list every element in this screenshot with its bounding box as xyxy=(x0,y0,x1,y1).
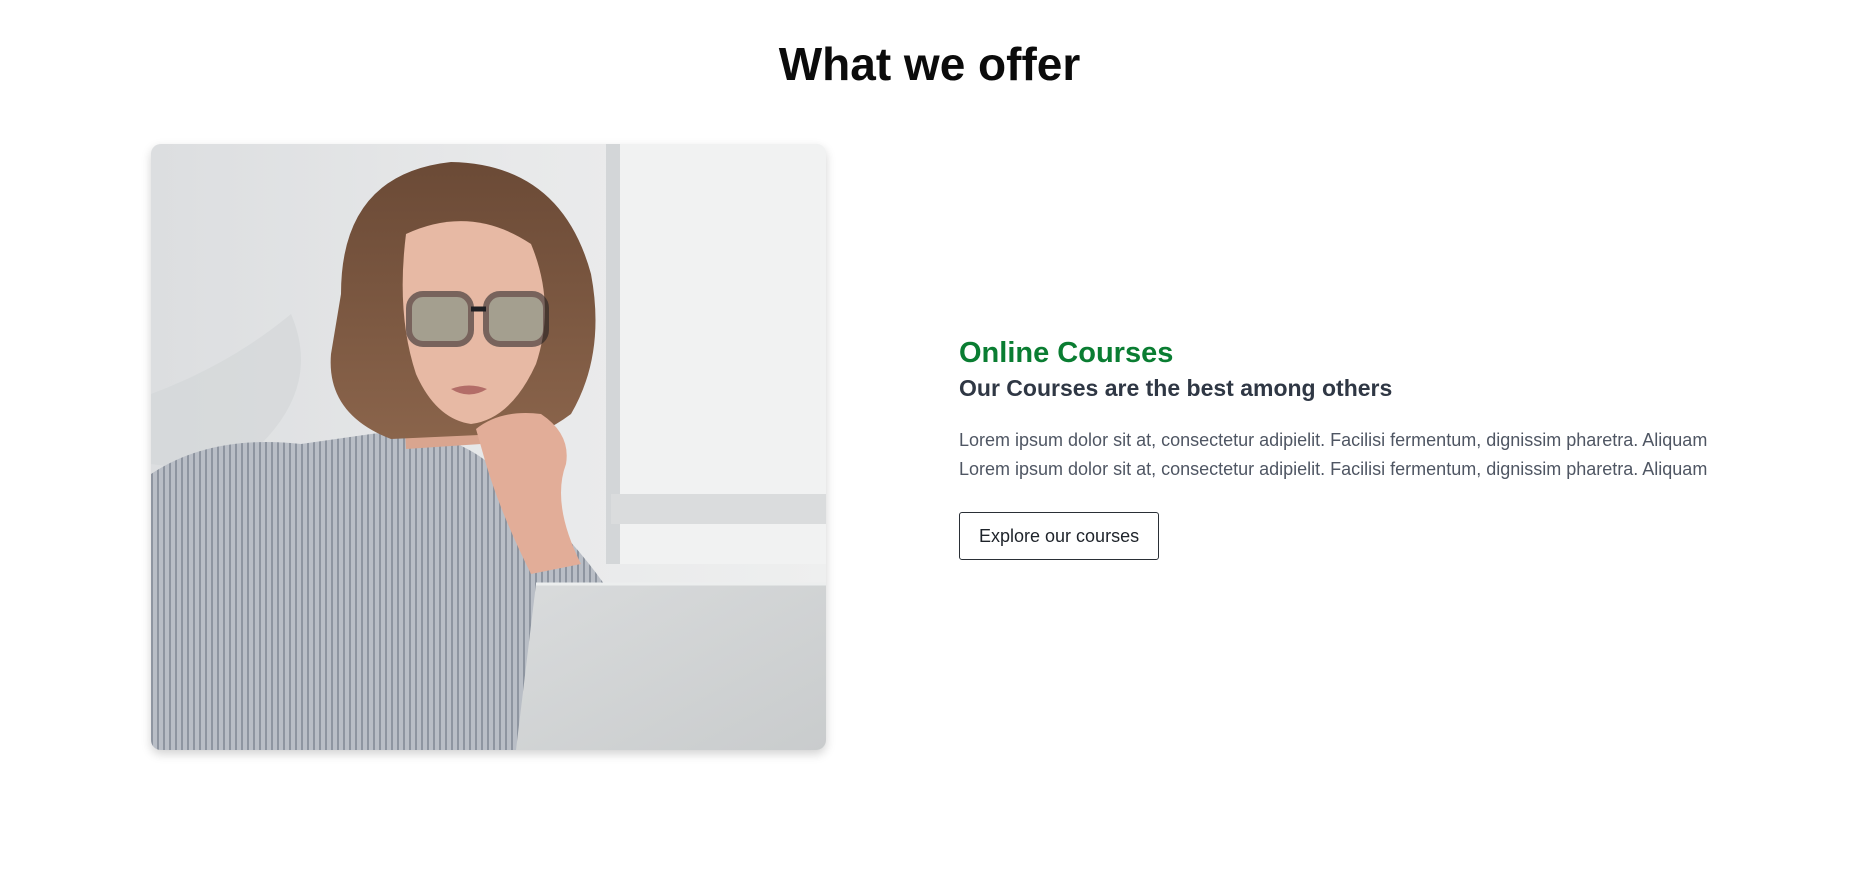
course-info: Online Courses Our Courses are the best … xyxy=(959,334,1799,560)
course-description: Lorem ipsum dolor sit at, consectetur ad… xyxy=(959,426,1799,484)
what-we-offer-section: What we offer Online Courses Our Courses… xyxy=(0,0,1859,876)
explore-courses-button[interactable]: Explore our courses xyxy=(959,512,1160,560)
course-description-line: Lorem ipsum dolor sit at, consectetur ad… xyxy=(959,430,1708,450)
course-photo xyxy=(151,144,826,750)
course-photo-illustration xyxy=(151,144,826,750)
course-subtitle: Our Courses are the best among others xyxy=(959,375,1393,401)
section-title: What we offer xyxy=(778,38,1081,90)
course-title: Online Courses xyxy=(959,337,1174,369)
course-description-line: Lorem ipsum dolor sit at, consectetur ad… xyxy=(959,459,1708,479)
